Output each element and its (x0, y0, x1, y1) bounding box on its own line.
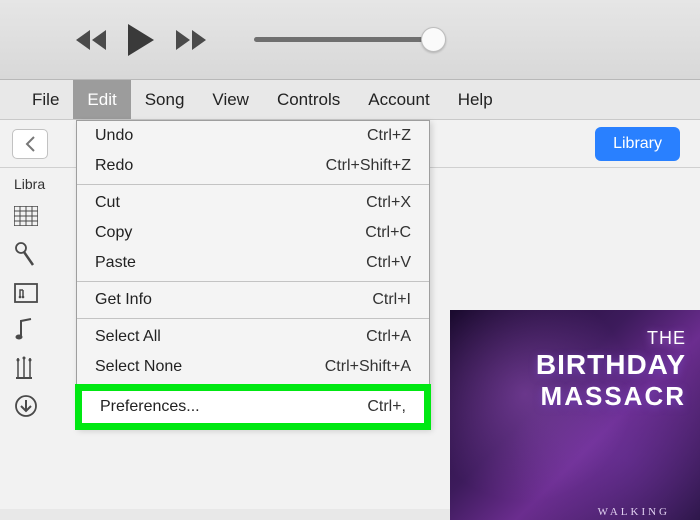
player-bar (0, 0, 700, 80)
album-artwork[interactable]: THE BIRTHDAY MASSACR WALKING (450, 310, 700, 520)
sidebar (0, 204, 66, 418)
menu-song[interactable]: Song (131, 80, 199, 119)
progress-knob[interactable] (421, 27, 446, 52)
fast-forward-icon (174, 29, 208, 51)
download-icon[interactable] (14, 394, 42, 418)
menu-separator (77, 184, 429, 185)
album-subtitle: WALKING (598, 506, 670, 518)
play-icon (126, 23, 156, 57)
menu-paste[interactable]: PasteCtrl+V (77, 248, 429, 278)
menu-controls[interactable]: Controls (263, 80, 354, 119)
menu-separator (77, 281, 429, 282)
rewind-icon (74, 29, 108, 51)
menu-view[interactable]: View (198, 80, 263, 119)
progress-slider[interactable] (254, 37, 434, 42)
menu-help[interactable]: Help (444, 80, 507, 119)
rewind-button[interactable] (74, 29, 108, 51)
menu-bar: File Edit Song View Controls Account Hel… (0, 80, 700, 120)
menu-select-all[interactable]: Select AllCtrl+A (77, 322, 429, 352)
playback-controls (74, 23, 208, 57)
album-title: THE BIRTHDAY MASSACR (536, 328, 686, 412)
menu-copy[interactable]: CopyCtrl+C (77, 218, 429, 248)
menu-account[interactable]: Account (354, 80, 443, 119)
grid-icon[interactable] (14, 204, 42, 228)
guitar-icon[interactable] (14, 356, 42, 380)
play-button[interactable] (126, 23, 156, 57)
menu-edit[interactable]: Edit (73, 80, 130, 119)
menu-redo[interactable]: RedoCtrl+Shift+Z (77, 151, 429, 181)
menu-get-info[interactable]: Get InfoCtrl+I (77, 285, 429, 315)
menu-cut[interactable]: CutCtrl+X (77, 188, 429, 218)
menu-separator (77, 318, 429, 319)
menu-file[interactable]: File (18, 80, 73, 119)
fast-forward-button[interactable] (174, 29, 208, 51)
chevron-left-icon (24, 136, 36, 152)
microphone-icon[interactable] (14, 242, 42, 266)
back-button[interactable] (12, 129, 48, 159)
menu-select-none[interactable]: Select NoneCtrl+Shift+A (77, 352, 429, 382)
album-icon[interactable] (14, 280, 42, 304)
menu-undo[interactable]: UndoCtrl+Z (77, 121, 429, 151)
highlighted-item: Preferences...Ctrl+, (75, 384, 431, 430)
menu-preferences[interactable]: Preferences...Ctrl+, (82, 391, 424, 423)
music-note-icon[interactable] (14, 318, 42, 342)
edit-dropdown: UndoCtrl+Z RedoCtrl+Shift+Z CutCtrl+X Co… (76, 120, 430, 429)
library-button[interactable]: Library (595, 127, 680, 161)
